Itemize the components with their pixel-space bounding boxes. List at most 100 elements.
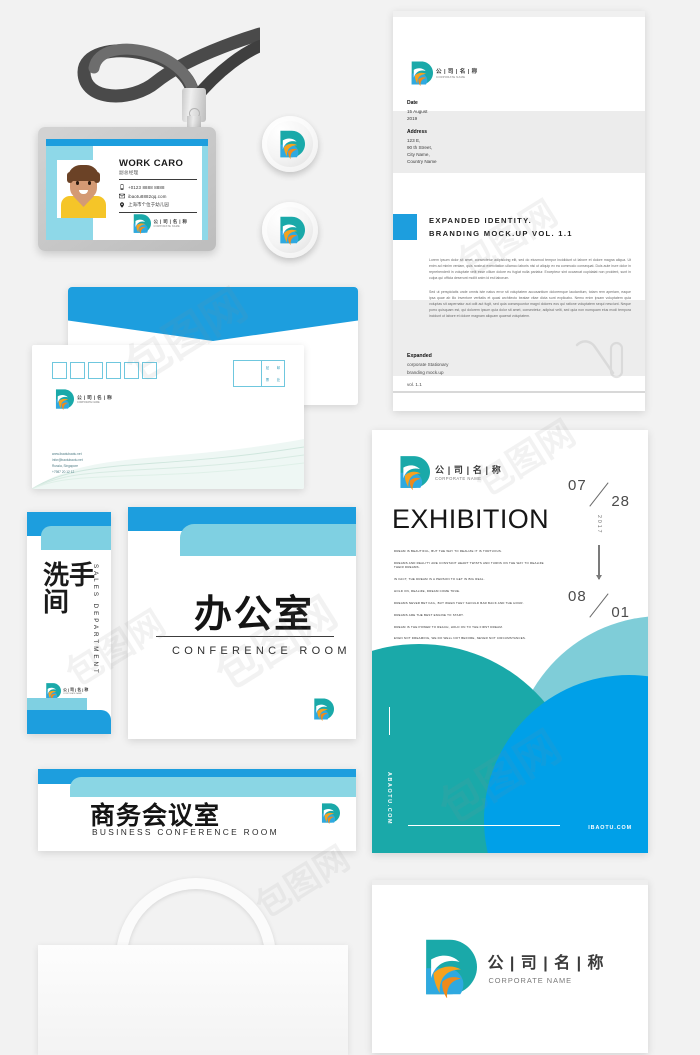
brand-text: 公 | 司 | 名 | 称 CORPORATE NAME: [477, 949, 604, 985]
poster-vertical-url: ABAOTU.COM: [386, 771, 392, 825]
envelope-flap: [68, 287, 358, 341]
id-card-details: WORK CARO 副总经理 +0123 8888 8888 ibaotu888…: [119, 158, 197, 217]
footer-line-1: corporate Stationary: [407, 361, 449, 367]
poster-body: DREAM IS BEAUTIFUL, BUT THE WAY TO REALI…: [394, 549, 546, 648]
poster-horizontal-rule: [408, 824, 560, 826]
sign-office: 办公室 CONFERENCE ROOM 公 | 司 | 名 | 称 CORPOR…: [128, 507, 356, 739]
stamp-char: 贴: [265, 365, 270, 370]
id-card-address: 上海市个位于幼儿园: [128, 202, 169, 208]
heading-line-1: EXPANDED IDENTITY.: [429, 216, 533, 225]
envelope-phone: +7987 20 12 12: [52, 470, 75, 475]
date-label: Date: [407, 100, 418, 106]
id-card-face: WORK CARO 副总经理 +0123 8888 8888 ibaotu888…: [46, 139, 208, 240]
id-card-email: ibaotu8882qq.com: [128, 193, 167, 199]
showcase-logo: 公 | 司 | 名 | 称 CORPORATE NAME: [415, 936, 604, 998]
divider: [156, 636, 334, 638]
poster-body-line: DREAMS ARE THE BEST ENGINE TO START.: [394, 612, 464, 617]
letterhead-accent-square: [393, 214, 417, 240]
poster-vertical-rule: [388, 707, 390, 735]
brand-name-cn: 公 | 司 | 名 | 称: [436, 69, 478, 75]
brand-text: 公 | 司 | 名 | 称 CORPORATE NAME: [430, 463, 501, 481]
brand-mark-icon: [411, 61, 433, 86]
brand-mark-icon: [280, 216, 305, 245]
brand-name-en: CORPORATE NAME: [77, 401, 100, 404]
poster-bottom-url: IBAOTU.COM: [588, 825, 632, 831]
id-card-name: WORK CARO: [119, 158, 184, 169]
sign-bottom-bar: [27, 710, 111, 734]
tote-body: [38, 945, 348, 1055]
brand-mark-icon: [426, 939, 478, 998]
logo-showcase-card: 公 | 司 | 名 | 称 CORPORATE NAME: [372, 880, 648, 1053]
sign-business-conference: 商务会议室 BUSINESS CONFERENCE ROOM 公 | 司 | 名…: [38, 769, 356, 851]
postal-box: [106, 362, 121, 379]
pin-badge: [262, 202, 318, 258]
stamp-char: 邮: [276, 365, 281, 370]
envelope-front: 贴 邮 票 处 公 | 司 | 名 | 称 CORPORATE NAME www…: [32, 345, 304, 489]
poster-body-line: IN FACT, THE DREAM IS A PERSON TO GET IN…: [394, 577, 485, 582]
address-line-2: 90 th Street,: [407, 144, 433, 150]
sign-business-en: BUSINESS CONFERENCE ROOM: [92, 827, 279, 837]
brand-text: 公 | 司 | 名 | 称 CORPORATE NAME: [61, 687, 88, 695]
brand-name-cn: 公 | 司 | 名 | 称: [435, 465, 502, 475]
poster-dates: 07 28 2017 08 01: [568, 477, 630, 621]
address-label: Address: [407, 128, 428, 135]
poster-title: EXHIBITION: [392, 504, 550, 534]
stamp-char: 票: [265, 378, 270, 383]
brand-mark-icon: [280, 130, 305, 159]
letterhead-meta: Date 15 August 2019 Address 123 E, 90 th…: [407, 99, 437, 165]
sign-top-accent: [41, 526, 111, 550]
envelope-contact-info: www.ibaotubaotu.net infor@baotubaotu.net…: [52, 452, 83, 476]
tote-bag: [28, 878, 358, 1055]
brand-text: 公 | 司 | 名 | 称 CORPORATE NAME: [433, 67, 478, 79]
address-line-1: 123 E,: [407, 137, 421, 143]
sign-washroom-cn: 洗手间: [43, 560, 96, 617]
brand-name-en: CORPORATE NAME: [435, 476, 482, 481]
sign-washroom-en: SALES DEPARTMENT: [92, 564, 99, 676]
paperclip-icon: [575, 340, 624, 379]
divider: [119, 179, 197, 180]
body-paragraph: Lorem ipsum dolor sit amet, consectetur …: [429, 258, 631, 281]
lanyard: [70, 6, 260, 138]
brand-mark-icon: [400, 456, 430, 490]
brand-name-en: CORPORATE NAME: [488, 975, 573, 985]
phone-icon: [120, 184, 124, 190]
id-card-phone: +0123 8888 8888: [128, 184, 165, 190]
id-card-phone-row: +0123 8888 8888: [119, 184, 197, 190]
id-card-email-row: ibaotu8882qq.com: [119, 193, 197, 199]
sign-office-en: CONFERENCE ROOM: [172, 645, 351, 657]
poster-arrow-icon: [595, 544, 603, 580]
letterhead-heading: EXPANDED IDENTITY. BRANDING MOCK.UP VOL.…: [429, 214, 573, 241]
postal-box: [142, 362, 157, 379]
sign-business-logo: 公 | 司 | 名 | 称 CORPORATE NAME: [318, 802, 340, 824]
poster-body-line: DREAMS AND REALITY ARE CONSTANT HEART TW…: [394, 560, 544, 570]
stamp-area: 贴 邮 票 处: [233, 360, 285, 387]
mockup-canvas: WORK CARO 副总经理 +0123 8888 8888 ibaotu888…: [0, 0, 700, 1055]
sign-washroom: 洗手间 SALES DEPARTMENT 公 | 司 | 名 | 称 CORPO…: [27, 512, 111, 734]
letterhead-bottom-rule: [393, 391, 645, 393]
pin-badge: [262, 116, 318, 172]
sign-top-accent: [70, 777, 356, 797]
id-card-accent-right: [202, 146, 208, 240]
poster-body-line: HOLD ON, REALIZE, DREAM COME TRUE.: [394, 588, 461, 593]
stamp-label-grid: 贴 邮 票 处: [262, 361, 284, 386]
location-pin-icon: [120, 202, 124, 209]
avatar-hair: [67, 165, 100, 183]
letterhead-footer: Expanded corporate Stationary branding m…: [407, 352, 448, 389]
letterhead-logo: 公 | 司 | 名 | 称 CORPORATE NAME: [407, 60, 478, 86]
sign-office-cn: 办公室: [194, 594, 315, 636]
footer-line-2: branding mock.up: [407, 369, 444, 375]
brand-mark-icon: [133, 214, 151, 234]
address-line-4: Country Name: [407, 159, 437, 165]
heading-line-2: BRANDING MOCK.UP VOL. 1.1: [429, 229, 573, 239]
brand-mark-icon: [321, 803, 340, 824]
poster-body-line: DREAMS NEVER BET FAIL, BUT WHEN THEY SHO…: [394, 600, 524, 605]
id-card-address-row: 上海市个位于幼儿园: [119, 202, 197, 209]
poster-date-end: 08 01: [568, 588, 630, 621]
brand-name-en: CORPORATE NAME: [153, 225, 180, 228]
id-card-logo: 公 | 司 | 名 | 称 CORPORATE NAME: [130, 213, 187, 234]
poster-body-line: DREAM IS BEAUTIFUL, BUT THE WAY TO REALI…: [394, 549, 503, 553]
postal-box: [70, 362, 85, 379]
id-card-title: 副总经理: [119, 170, 139, 175]
stamp-char: 处: [276, 378, 281, 383]
postal-box: [52, 362, 67, 379]
